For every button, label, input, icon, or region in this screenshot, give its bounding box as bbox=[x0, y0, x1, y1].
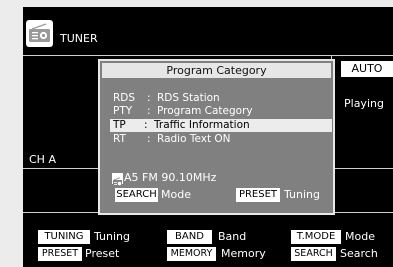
item-desc: Traffic Information bbox=[154, 119, 250, 131]
channel-label: CH A bbox=[29, 153, 56, 166]
band-key-badge: BAND bbox=[167, 230, 212, 244]
playing-label: Playing bbox=[344, 97, 384, 110]
item-desc: Program Category bbox=[157, 105, 253, 117]
header-divider bbox=[23, 55, 393, 56]
left-divider bbox=[23, 168, 98, 169]
item-desc: Radio Text ON bbox=[157, 133, 231, 145]
right-divider bbox=[333, 168, 393, 169]
memory-key-badge: MEMORY bbox=[167, 247, 216, 261]
list-item-tp-selected[interactable]: TP : Traffic Information bbox=[110, 119, 332, 132]
memory-label: Memory bbox=[221, 247, 266, 260]
item-colon: : bbox=[144, 119, 148, 131]
station-info: A5 FM 90.10MHz bbox=[124, 171, 217, 184]
item-colon: : bbox=[147, 133, 151, 145]
source-label: TUNER bbox=[60, 32, 98, 45]
item-code: RDS bbox=[113, 92, 136, 104]
item-code: PTY bbox=[113, 105, 133, 117]
search-mode-label: Mode bbox=[161, 188, 191, 201]
preset-label: Preset bbox=[85, 247, 120, 260]
item-desc: RDS Station bbox=[157, 92, 220, 104]
item-colon: : bbox=[147, 105, 151, 117]
tuner-screen: TUNER AUTO Playing CH A Program Category… bbox=[23, 7, 393, 267]
list-item-rt[interactable]: RT : Radio Text ON bbox=[113, 133, 331, 146]
preset-tuning-label: Tuning bbox=[284, 188, 321, 201]
item-code: RT bbox=[113, 133, 126, 145]
tmode-key-badge: T.MODE bbox=[291, 230, 341, 244]
search-key-badge: SEARCH bbox=[115, 188, 158, 202]
search-label: Search bbox=[340, 247, 378, 260]
list-item-pty[interactable]: PTY : Program Category bbox=[113, 105, 331, 118]
band-label: Band bbox=[218, 230, 247, 243]
preset-key-badge: PRESET bbox=[236, 188, 280, 202]
popup-title: Program Category bbox=[102, 63, 331, 78]
station-icon bbox=[112, 173, 123, 187]
search-key-badge: SEARCH bbox=[291, 247, 336, 261]
item-code: TP bbox=[113, 119, 126, 131]
program-category-popup: Program Category RDS : RDS Station PTY :… bbox=[98, 59, 335, 215]
radio-icon bbox=[26, 20, 53, 47]
item-colon: : bbox=[147, 92, 151, 104]
mode-badge: AUTO bbox=[341, 61, 393, 77]
preset-key-badge: PRESET bbox=[38, 247, 82, 261]
list-item-rds[interactable]: RDS : RDS Station bbox=[113, 92, 331, 105]
tuning-label: Tuning bbox=[94, 230, 131, 243]
tmode-label: Mode bbox=[345, 230, 375, 243]
tuning-key-badge: TUNING bbox=[38, 230, 90, 244]
